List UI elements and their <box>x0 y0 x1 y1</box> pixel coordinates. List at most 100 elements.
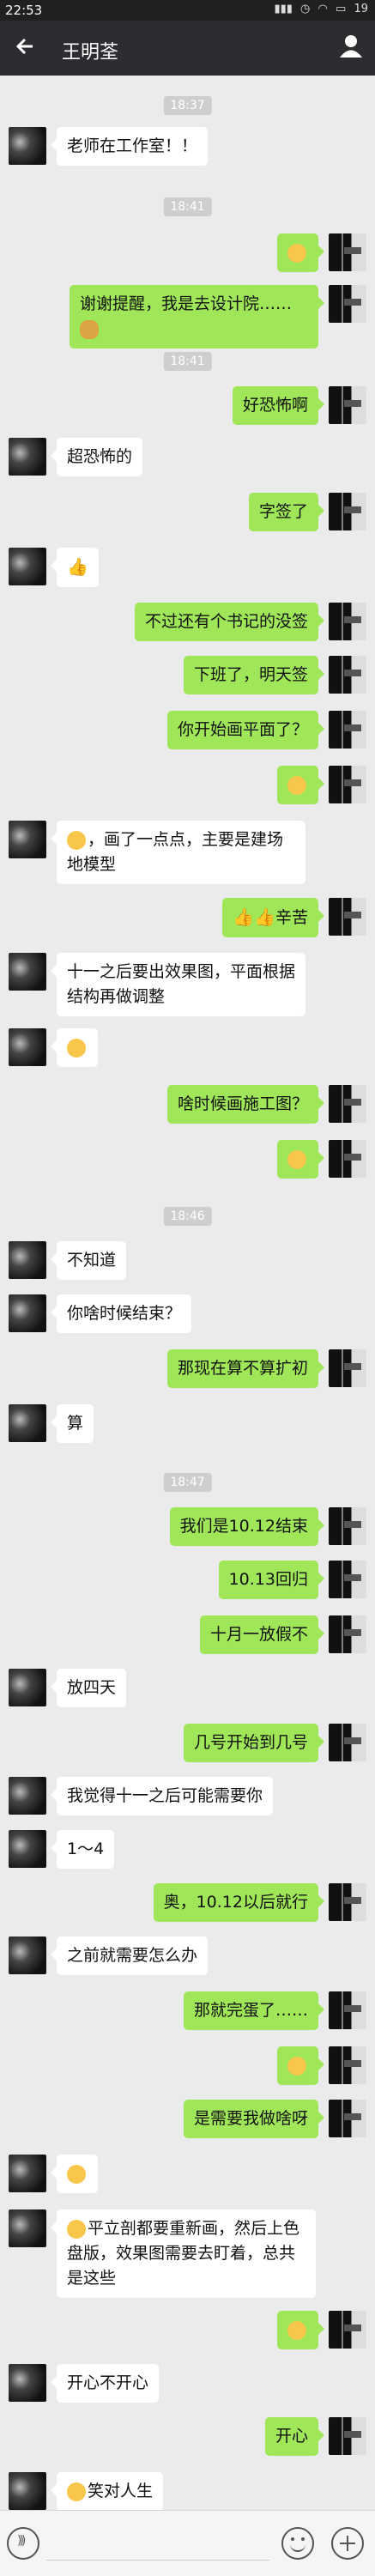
title-bar: 王明荃 <box>0 21 375 76</box>
my-avatar[interactable] <box>329 1883 366 1921</box>
message-bubble-left[interactable]: 👍 <box>51 548 99 587</box>
my-avatar[interactable] <box>329 233 366 271</box>
contact-avatar[interactable] <box>9 2209 46 2247</box>
my-avatar[interactable] <box>329 493 366 530</box>
unamused-face-icon <box>67 2164 86 2184</box>
profile-button[interactable] <box>334 29 368 64</box>
message-bubble-left[interactable]: 算 <box>50 1404 94 1443</box>
message-bubble-left[interactable]: 开心不开心 <box>50 2364 160 2403</box>
message-bubble-right[interactable]: 不过还有个书记的没签 <box>134 603 325 641</box>
timestamp: 18:41 <box>163 197 212 216</box>
contact-avatar[interactable] <box>9 2364 46 2402</box>
contact-avatar[interactable] <box>9 438 46 476</box>
status-bar: 22:53 ▮▮▮ ◷ ◠ ▭ 19 <box>0 0 375 21</box>
chat-area[interactable]: 18:37 老师在工作室！！ 18:41 谢谢提醒，我是去设计院…… 18:41… <box>0 76 375 2511</box>
message-bubble-right[interactable]: 好恐怖啊 <box>232 386 325 425</box>
message-text: ，画了一点点，主要是建场地模型 <box>67 830 284 874</box>
message-bubble-right[interactable]: 那现在算不算扩初 <box>166 1349 325 1388</box>
message-bubble-right[interactable]: 我们是10.12结束 <box>169 1507 325 1546</box>
contact-avatar[interactable] <box>9 1669 46 1706</box>
my-avatar[interactable] <box>329 285 366 323</box>
message-text: 笑对人生 <box>88 2482 154 2500</box>
message-bubble-left[interactable]: 超恐怖的 <box>50 438 143 476</box>
contact-avatar[interactable] <box>9 1830 46 1868</box>
my-avatar[interactable] <box>329 2417 366 2455</box>
contact-avatar[interactable] <box>9 2472 46 2510</box>
status-icons: ▮▮▮ ◷ ◠ ▭ 19 <box>269 3 368 15</box>
message-bubble-right[interactable]: 10.13回归 <box>218 1561 325 1599</box>
unamused-face-icon <box>67 830 86 850</box>
my-avatar[interactable] <box>329 656 366 694</box>
message-input[interactable] <box>46 2527 269 2561</box>
message-bubble-right[interactable]: 那就完蛋了…… <box>183 1991 325 2030</box>
message-bubble-right[interactable]: 啥时候画施工图？ <box>166 1085 325 1124</box>
my-avatar[interactable] <box>329 2100 366 2137</box>
my-avatar[interactable] <box>329 386 366 424</box>
contact-avatar[interactable] <box>9 548 46 585</box>
my-avatar[interactable] <box>329 766 366 803</box>
my-avatar[interactable] <box>329 1991 366 2029</box>
message-bubble-right[interactable] <box>277 233 324 272</box>
my-avatar[interactable] <box>329 1349 366 1387</box>
my-avatar[interactable] <box>329 2046 366 2084</box>
message-bubble-right[interactable]: 下班了，明天签 <box>183 656 325 694</box>
message-bubble-right[interactable]: 谢谢提醒，我是去设计院…… <box>70 285 324 349</box>
contact-avatar[interactable] <box>9 1777 46 1815</box>
message-bubble-left[interactable]: 老师在工作室！！ <box>50 127 209 166</box>
my-avatar[interactable] <box>329 711 366 749</box>
plus-icon[interactable] <box>331 2527 364 2560</box>
signal-icon: ▮▮▮ <box>274 3 293 15</box>
message-bubble-right[interactable]: 几号开始到几号 <box>183 1724 325 1762</box>
message-bubble-right[interactable]: 奥，10.12以后就行 <box>153 1883 325 1922</box>
message-bubble-left[interactable]: 1～4 <box>50 1830 115 1869</box>
message-bubble-right[interactable] <box>277 1140 324 1179</box>
wifi-icon: ◠ <box>318 3 328 15</box>
my-avatar[interactable] <box>329 1507 366 1545</box>
thumbs-up-icon: 👍 <box>67 556 88 577</box>
my-avatar[interactable] <box>329 603 366 640</box>
message-bubble-left[interactable]: 十一之后要出效果图，平面根据结构再做调整 <box>51 953 305 1016</box>
message-bubble-left[interactable]: 你啥时候结束？ <box>50 1294 192 1333</box>
my-avatar[interactable] <box>329 1085 366 1123</box>
contact-avatar[interactable] <box>9 127 46 165</box>
message-bubble-right[interactable]: 开心 <box>264 2417 325 2456</box>
smile-icon[interactable] <box>281 2527 314 2560</box>
message-bubble-right[interactable]: 是需要我做啥呀 <box>183 2100 325 2138</box>
my-avatar[interactable] <box>329 1615 366 1653</box>
contact-avatar[interactable] <box>9 2155 46 2192</box>
contact-avatar[interactable] <box>9 821 46 858</box>
message-bubble-left[interactable]: 我觉得十一之后可能需要你 <box>50 1777 274 1815</box>
contact-avatar[interactable] <box>9 953 46 991</box>
message-bubble-left[interactable]: 放四天 <box>50 1669 127 1707</box>
contact-avatar[interactable] <box>9 1294 46 1332</box>
my-avatar[interactable] <box>329 1140 366 1178</box>
message-bubble-left[interactable] <box>51 1028 98 1067</box>
message-bubble-left[interactable]: ，画了一点点，主要是建场地模型 <box>51 821 305 884</box>
voice-icon[interactable] <box>7 2527 39 2560</box>
message-bubble-left[interactable]: 不知道 <box>50 1241 127 1280</box>
message-bubble-right[interactable]: 👍👍辛苦 <box>222 898 324 937</box>
message-bubble-left[interactable]: 平立剖都要重新画，然后上色盘版，效果图需要去盯着，总共是这些 <box>51 2209 316 2298</box>
my-avatar[interactable] <box>329 898 366 936</box>
message-bubble-right[interactable]: 字签了 <box>248 493 325 531</box>
my-avatar[interactable] <box>329 1561 366 1598</box>
contact-avatar[interactable] <box>9 1404 46 1442</box>
message-bubble-right[interactable]: 十月一放假不 <box>199 1615 325 1654</box>
back-button[interactable] <box>9 29 43 64</box>
my-avatar[interactable] <box>329 2311 366 2349</box>
message-bubble-left[interactable] <box>51 2155 98 2193</box>
my-avatar[interactable] <box>329 1724 366 1761</box>
person-icon <box>340 35 362 58</box>
message-bubble-right[interactable] <box>277 766 324 804</box>
tongue-wink-icon <box>287 2320 306 2340</box>
message-bubble-right[interactable] <box>277 2311 324 2349</box>
contact-avatar[interactable] <box>9 1937 46 1974</box>
message-bubble-left[interactable]: 笑对人生 <box>50 2472 164 2511</box>
contact-avatar[interactable] <box>9 1241 46 1279</box>
message-bubble-left[interactable]: 之前就需要怎么办 <box>50 1937 209 1975</box>
sweat-smile-icon <box>287 775 306 795</box>
message-bubble-right[interactable]: 你开始画平面了？ <box>166 711 325 749</box>
thumbs-up-icon: 👍👍 <box>233 906 275 927</box>
message-bubble-right[interactable] <box>277 2046 324 2085</box>
contact-avatar[interactable] <box>9 1028 46 1066</box>
